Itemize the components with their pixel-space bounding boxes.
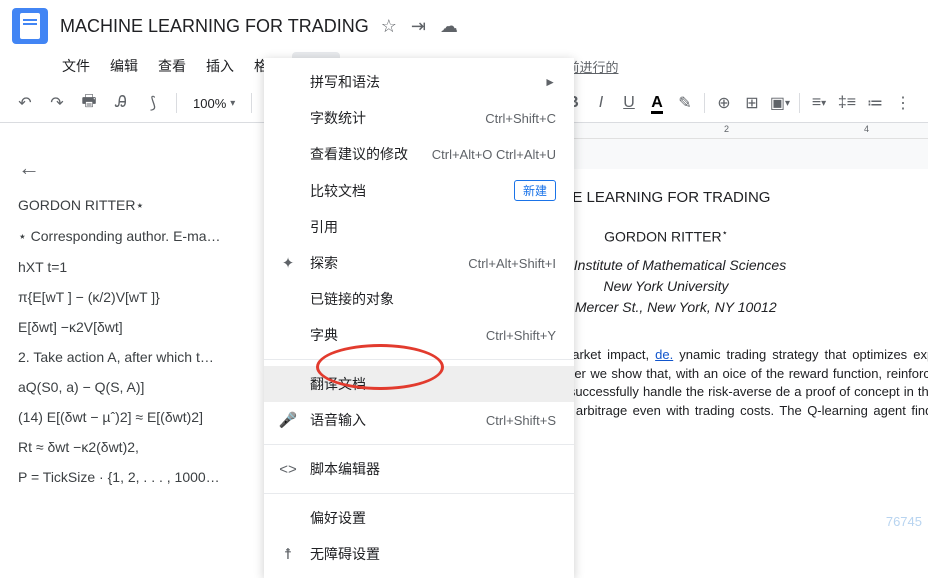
dropdown-item-label: 已链接的对象: [310, 289, 556, 309]
undo-icon[interactable]: ↶: [12, 90, 38, 116]
highlight-button[interactable]: ✎: [672, 90, 698, 116]
separator: [704, 93, 705, 113]
image-icon[interactable]: ▣▾: [767, 90, 793, 116]
dropdown-item-icon: ☨: [278, 545, 298, 563]
dropdown-separator: [264, 444, 574, 445]
italic-button[interactable]: I: [588, 90, 614, 116]
menu-edit[interactable]: 编辑: [100, 52, 148, 80]
dropdown-shortcut: Ctrl+Shift+C: [485, 111, 556, 126]
dropdown-item-label: 字数统计: [310, 108, 473, 128]
dropdown-item-icon: <>: [278, 461, 298, 478]
outline-item[interactable]: GORDON RITTER⋆: [18, 197, 246, 214]
chevron-right-icon: ►: [544, 75, 556, 89]
menu-view[interactable]: 查看: [148, 52, 196, 80]
dropdown-item-label: 拼写和语法: [310, 72, 532, 92]
align-icon[interactable]: ≡▾: [806, 90, 832, 116]
dropdown-item-label: 偏好设置: [310, 508, 556, 528]
outline-item[interactable]: E[δwt] −κ2V[δwt]: [18, 319, 246, 335]
link-icon[interactable]: ⊕: [711, 90, 737, 116]
menu-file[interactable]: 文件: [52, 52, 100, 80]
outline-item[interactable]: P = TickSize · {1, 2, . . . , 1000…: [18, 469, 246, 485]
separator: [251, 93, 252, 113]
text-color-button[interactable]: A: [644, 90, 670, 116]
dropdown-item[interactable]: 已链接的对象: [264, 281, 574, 317]
outline-item[interactable]: (14) E[(δwt − µˆ)2] ≈ E[(δwt)2]: [18, 409, 246, 425]
list-icon[interactable]: ≔: [862, 90, 888, 116]
menu-insert[interactable]: 插入: [196, 52, 244, 80]
separator: [799, 93, 800, 113]
dropdown-item-label: 字典: [310, 325, 474, 345]
dropdown-item[interactable]: 字数统计 Ctrl+Shift+C: [264, 100, 574, 136]
dropdown-item-icon: ✦: [278, 254, 298, 272]
line-spacing-icon[interactable]: ‡≡: [834, 90, 860, 116]
outline-panel: ← GORDON RITTER⋆ ⋆ Corresponding author. …: [0, 139, 264, 566]
dropdown-item-label: 引用: [310, 217, 556, 237]
dropdown-item[interactable]: 引用: [264, 209, 574, 245]
star-icon[interactable]: ☆: [381, 16, 397, 37]
link[interactable]: de.: [655, 347, 673, 362]
dropdown-item-label: 脚本编辑器: [310, 459, 556, 479]
dropdown-item-label: 无障碍设置: [310, 544, 556, 564]
dropdown-shortcut: Ctrl+Alt+Shift+I: [468, 256, 556, 271]
dropdown-item-label: 语音输入: [310, 410, 474, 430]
outline-item[interactable]: ⋆ Corresponding author. E-ma…: [18, 228, 246, 245]
dropdown-item[interactable]: <> 脚本编辑器: [264, 451, 574, 487]
title-actions: ☆ ⇥ ☁: [381, 16, 458, 37]
outline-back-icon[interactable]: ←: [18, 155, 246, 181]
print-icon[interactable]: 🖶: [76, 90, 102, 116]
zoom-select[interactable]: 100%▾: [187, 96, 241, 111]
outline-item[interactable]: hXT t=1: [18, 259, 246, 275]
dropdown-shortcut: Ctrl+Shift+Y: [486, 328, 556, 343]
title-bar: MACHINE LEARNING FOR TRADING ☆ ⇥ ☁: [0, 0, 928, 52]
more-icon[interactable]: ⋮: [890, 90, 916, 116]
dropdown-shortcut: Ctrl+Shift+S: [486, 413, 556, 428]
dropdown-item-label: 探索: [310, 253, 456, 273]
dropdown-separator: [264, 359, 574, 360]
docs-logo-icon[interactable]: [12, 8, 48, 44]
dropdown-item[interactable]: 🎤 语音输入 Ctrl+Shift+S: [264, 402, 574, 438]
dropdown-item[interactable]: 查看建议的修改 Ctrl+Alt+O Ctrl+Alt+U: [264, 136, 574, 172]
outline-item[interactable]: Rt ≈ δwt −κ2(δwt)2,: [18, 439, 246, 455]
cloud-icon[interactable]: ☁: [440, 16, 458, 37]
dropdown-item[interactable]: ☨ 无障碍设置: [264, 536, 574, 572]
watermark: 76745: [886, 514, 922, 529]
spellcheck-icon[interactable]: Ꭿ: [108, 90, 134, 116]
redo-icon[interactable]: ↷: [44, 90, 70, 116]
dropdown-shortcut: Ctrl+Alt+O Ctrl+Alt+U: [432, 147, 556, 162]
outline-item[interactable]: aQ(S0, a) − Q(S, A)]: [18, 379, 246, 395]
dropdown-item[interactable]: ✦ 探索 Ctrl+Alt+Shift+I: [264, 245, 574, 281]
dropdown-item-label: 查看建议的修改: [310, 144, 420, 164]
dropdown-item-label: 翻译文档: [310, 374, 556, 394]
move-icon[interactable]: ⇥: [411, 16, 426, 37]
outline-item[interactable]: π{E[wT ] − (κ/2)V[wT ]}: [18, 289, 246, 305]
dropdown-item[interactable]: 翻译文档: [264, 366, 574, 402]
separator: [176, 93, 177, 113]
dropdown-item[interactable]: 比较文档新建: [264, 172, 574, 209]
underline-button[interactable]: U: [616, 90, 642, 116]
outline-item[interactable]: 2. Take action A, after which t…: [18, 349, 246, 365]
dropdown-separator: [264, 493, 574, 494]
dropdown-item-label: 比较文档: [310, 181, 502, 201]
dropdown-item-icon: 🎤: [278, 411, 298, 429]
dropdown-item[interactable]: 偏好设置: [264, 500, 574, 536]
tools-dropdown: 拼写和语法 ► 字数统计 Ctrl+Shift+C 查看建议的修改 Ctrl+Alt+O …: [264, 58, 574, 578]
dropdown-item[interactable]: 字典 Ctrl+Shift+Y: [264, 317, 574, 353]
comment-icon[interactable]: ⊞: [739, 90, 765, 116]
dropdown-item[interactable]: 拼写和语法 ►: [264, 64, 574, 100]
document-title[interactable]: MACHINE LEARNING FOR TRADING: [60, 16, 369, 37]
new-badge: 新建: [514, 180, 556, 201]
paint-format-icon[interactable]: ⟆: [140, 90, 166, 116]
